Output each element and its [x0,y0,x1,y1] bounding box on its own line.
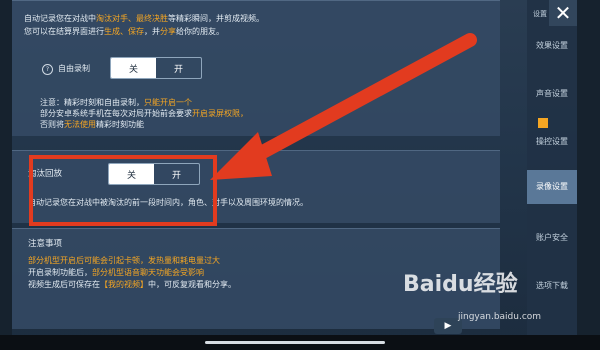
sidebar-item-controls[interactable]: 操控设置 [527,136,577,147]
sidebar-item-download[interactable]: 选项下载 [527,280,577,291]
sidebar-item-account[interactable]: 账户安全 [527,232,577,243]
close-icon[interactable]: ✕ [549,0,577,26]
sidebar-item-sound[interactable]: 声音设置 [527,88,577,99]
home-indicator[interactable] [205,341,385,344]
watermark-url: jingyan.baidu.com [458,312,542,322]
baidu-watermark: Baidu经验 [403,272,518,297]
sidebar-item-effects[interactable]: 效果设置 [527,40,577,51]
sidebar-item-recording[interactable]: 录像设置 [527,170,577,204]
new-badge [538,118,548,128]
settings-tab-label[interactable]: 设置 [530,2,550,26]
right-edge [577,0,600,350]
settings-sidebar: 效果设置 声音设置 操控设置 录像设置 账户安全 选项下载 [527,0,577,335]
